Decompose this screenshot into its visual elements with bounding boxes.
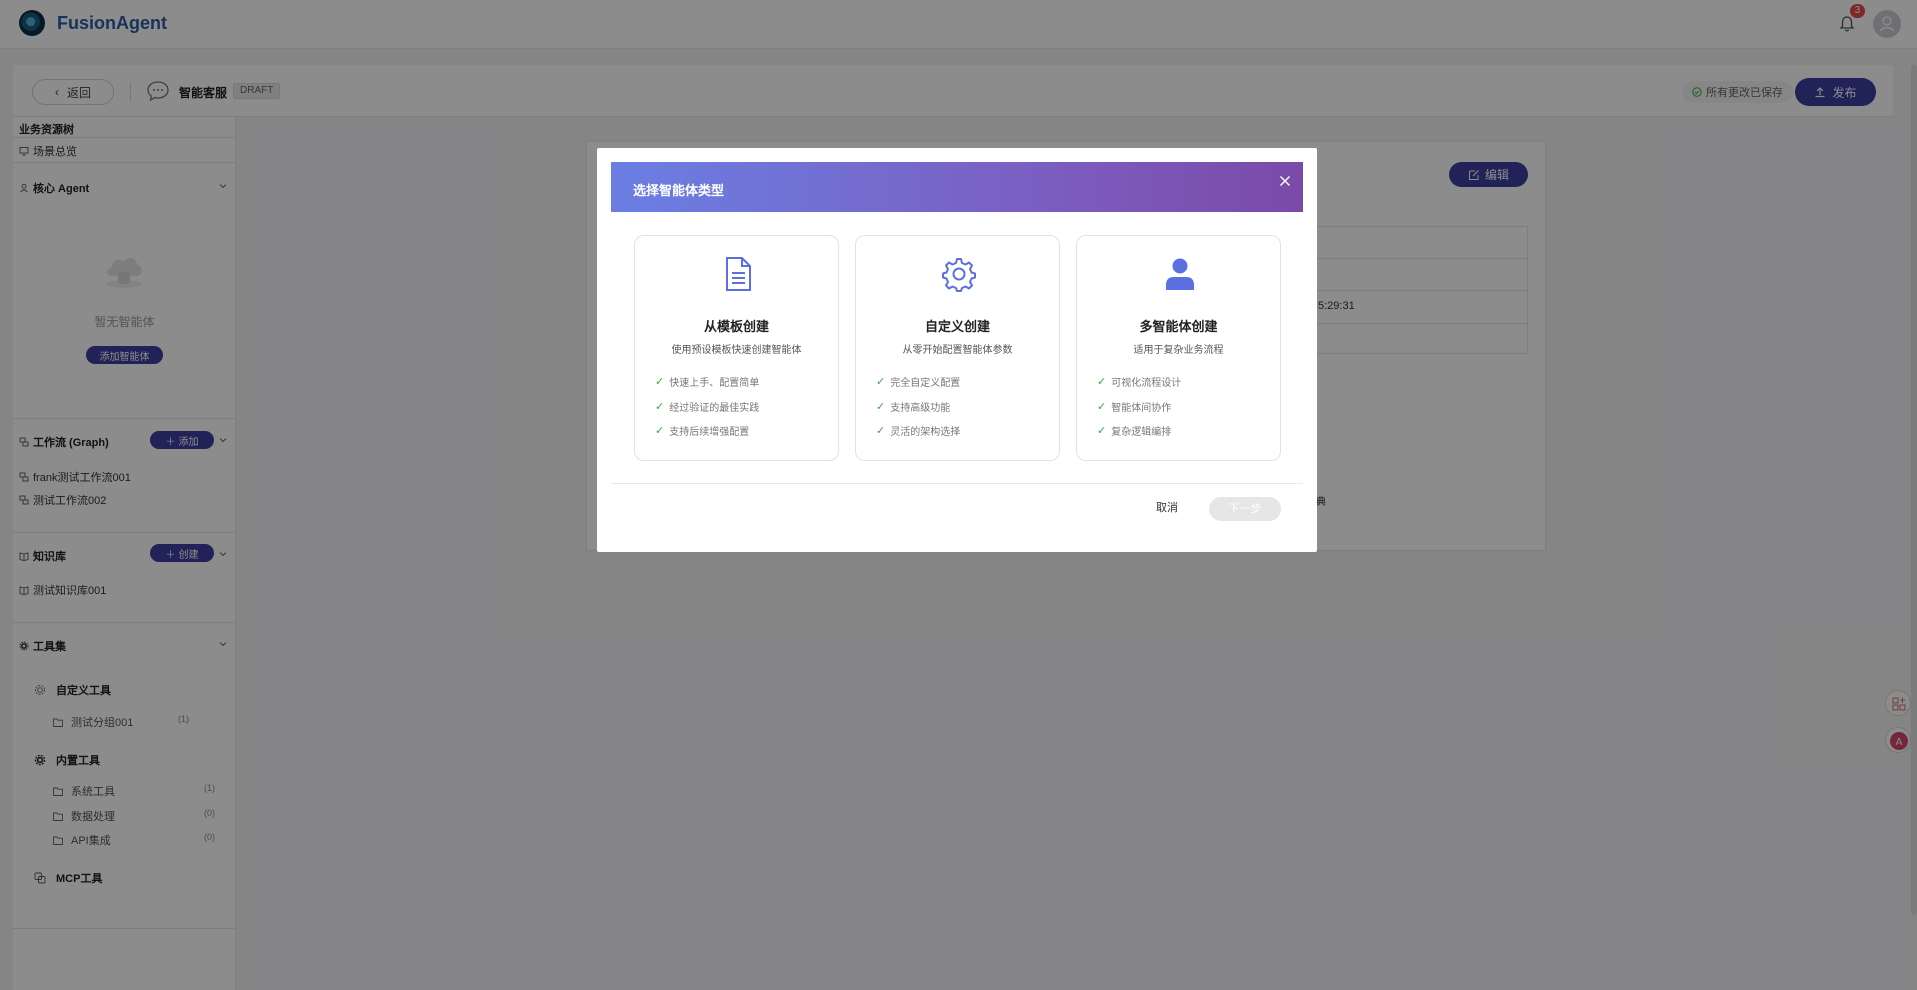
feature-label: 完全自定义配置 [890,378,961,389]
feature-label: 支持后续增强配置 [669,427,750,438]
feature-item: ✓ 支持高级功能 [876,399,950,414]
option-template-card[interactable]: 从模板创建 使用预设模板快速创建智能体 ✓ 快速上手、配置简单 ✓ 经过验证的最佳实… [634,235,839,461]
feature-item: ✓ 可视化流程设计 [1097,374,1181,389]
feature-label: 灵活的架构选择 [890,427,961,438]
agent-type-modal: 选择智能体类型 从模板创建 使用预设模板快速创建智能体 ✓ 快速上手、配置简单 ✓… [597,148,1317,552]
option-multi-agent-card[interactable]: 多智能体创建 适用于复杂业务流程 ✓ 可视化流程设计 ✓ 智能体间协作 ✓ 复杂逻辑编… [1076,235,1281,461]
option-title: 自定义创建 [924,319,990,334]
option-title: 多智能体创建 [1139,319,1218,334]
check-icon: ✓ [876,376,886,388]
feature-label: 经过验证的最佳实践 [669,403,760,414]
check-icon: ✓ [1097,376,1107,388]
feature-item: ✓ 快速上手、配置简单 [655,374,759,389]
check-icon: ✓ [1097,425,1107,437]
check-icon: ✓ [876,425,886,437]
feature-label: 可视化流程设计 [1111,378,1182,389]
option-custom-card[interactable]: 自定义创建 从零开始配置智能体参数 ✓ 完全自定义配置 ✓ 支持高级功能 ✓ 灵活的架… [855,235,1060,461]
check-icon: ✓ [1097,401,1107,413]
option-desc: 使用预设模板快速创建智能体 [671,345,802,356]
option-title: 从模板创建 [703,319,769,334]
close-icon[interactable] [1278,174,1292,188]
feature-label: 智能体间协作 [1111,403,1172,414]
gear-icon [942,258,976,292]
modal-header: 选择智能体类型 [611,162,1303,212]
feature-item: ✓ 智能体间协作 [1097,399,1171,414]
modal-footer-divider [611,483,1303,484]
check-icon: ✓ [655,401,665,413]
feature-label: 快速上手、配置简单 [669,378,760,389]
check-icon: ✓ [655,425,665,437]
cancel-button[interactable]: 取消 [1147,497,1187,519]
user-icon [1166,258,1194,290]
modal-title: 选择智能体类型 [633,183,725,198]
document-icon [726,257,751,291]
feature-item: ✓ 灵活的架构选择 [876,423,960,438]
option-desc: 从零开始配置智能体参数 [902,345,1013,356]
check-icon: ✓ [655,376,665,388]
feature-item: ✓ 复杂逻辑编排 [1097,423,1171,438]
option-desc: 适用于复杂业务流程 [1133,345,1224,356]
check-icon: ✓ [876,401,886,413]
feature-label: 复杂逻辑编排 [1111,427,1172,438]
next-button[interactable]: 下一步 [1209,497,1281,521]
feature-item: ✓ 经过验证的最佳实践 [655,399,759,414]
feature-item: ✓ 支持后续增强配置 [655,423,749,438]
feature-label: 支持高级功能 [890,403,951,414]
feature-item: ✓ 完全自定义配置 [876,374,960,389]
